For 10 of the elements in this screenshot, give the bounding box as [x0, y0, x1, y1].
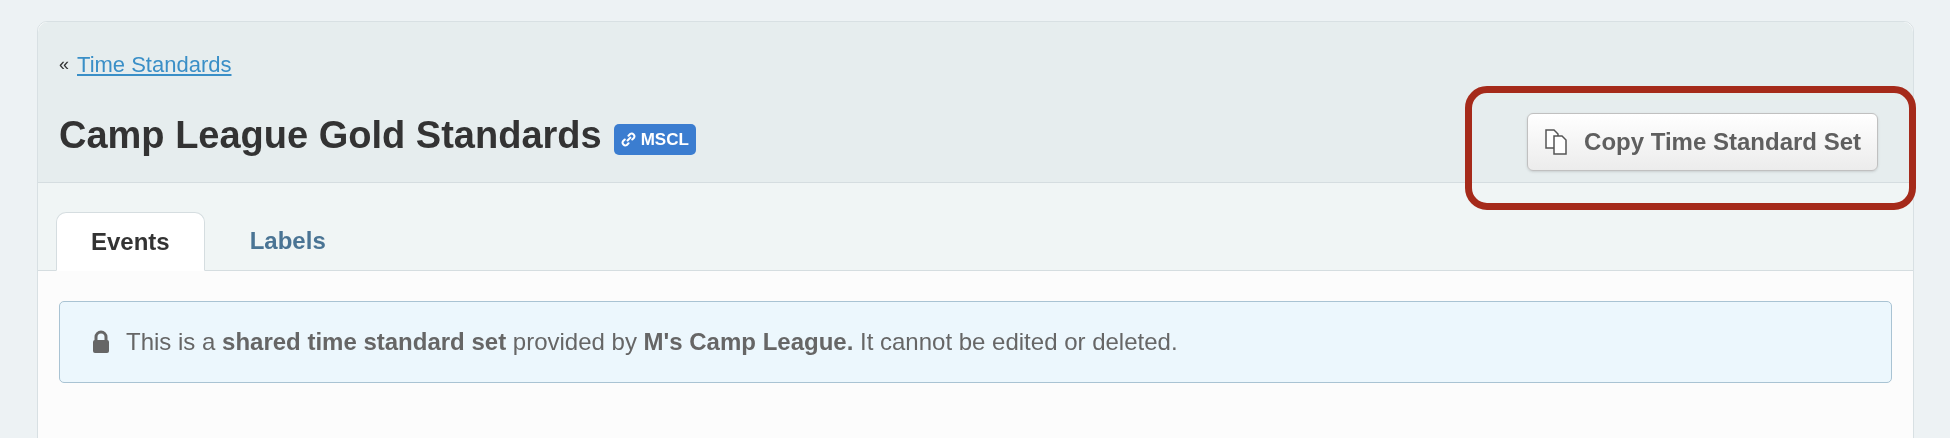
breadcrumb-link[interactable]: Time Standards — [77, 48, 232, 81]
page-title: Camp League Gold Standards — [59, 113, 602, 158]
link-icon — [620, 132, 636, 147]
notice-text: This is a shared time standard set provided by M's Camp League. It cannot be edited or deleted. — [126, 327, 1178, 357]
copy-time-standard-set-button[interactable]: Copy Time Standard Set — [1527, 113, 1878, 171]
breadcrumb-marker: « — [59, 53, 69, 76]
tab[interactable]: Labels — [214, 211, 361, 270]
lock-icon — [92, 330, 110, 354]
tab[interactable]: Events — [56, 212, 205, 271]
league-badge[interactable]: MSCL — [613, 123, 696, 156]
